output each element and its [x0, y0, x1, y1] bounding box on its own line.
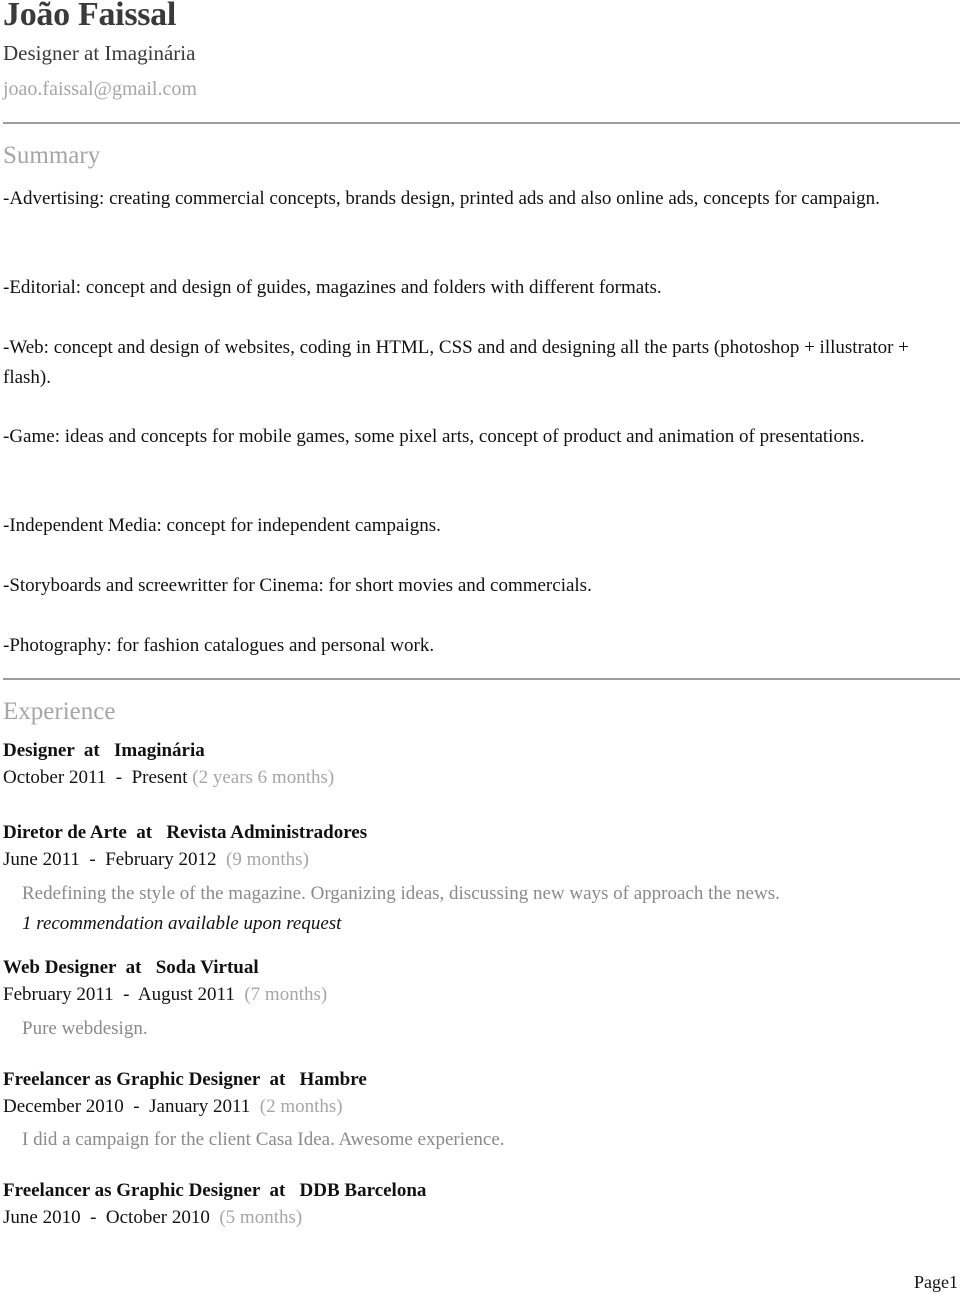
job-duration: (9 months) — [226, 849, 309, 870]
profile-headline: Designer at Imaginária — [3, 41, 196, 65]
job-title: Diretor de Arte at Revista Administrador… — [3, 822, 368, 843]
job-dates: October 2011 - Present (2 years 6 months… — [3, 767, 334, 789]
summary-paragraph: -Storyboards and screewritter for Cinema… — [3, 575, 592, 596]
profile-name: João Faissal — [3, 0, 177, 33]
job-dates: June 2011 - February 2012 (9 months) — [3, 849, 309, 871]
experience-heading: Experience — [3, 698, 116, 725]
summary-paragraph: -Advertising: creating commercial concep… — [3, 188, 880, 209]
summary-paragraph: -Game: ideas and concepts for mobile gam… — [3, 426, 865, 447]
job-title: Freelancer as Graphic Designer at DDB Ba… — [3, 1180, 427, 1201]
job-description: Pure webdesign. — [22, 1018, 148, 1039]
job-dates: June 2010 - October 2010 (5 months) — [3, 1207, 302, 1229]
job-dates: February 2011 - August 2011 (7 months) — [3, 984, 327, 1006]
section-divider — [3, 122, 960, 124]
summary-heading: Summary — [3, 142, 101, 169]
job-duration: (2 months) — [259, 1096, 343, 1117]
summary-paragraph: -Editorial: concept and design of guides… — [3, 277, 662, 298]
job-dates: December 2010 - January 2011 (2 months) — [3, 1096, 343, 1118]
job-description: Redefining the style of the magazine. Or… — [22, 883, 780, 904]
resume-page: João Faissal Designer at Imaginária joao… — [0, 0, 960, 1294]
job-date-range: June 2011 - February 2012 — [3, 849, 227, 870]
job-date-range: October 2011 - Present — [3, 767, 193, 788]
summary-paragraph: -Photography: for fashion catalogues and… — [3, 635, 435, 656]
job-title: Freelancer as Graphic Designer at Hambre — [3, 1069, 367, 1090]
job-date-range: February 2011 - August 2011 — [3, 984, 245, 1005]
profile-email: joao.faissal@gmail.com — [3, 78, 197, 100]
job-recommendation: 1 recommendation available upon request — [22, 913, 342, 934]
job-date-range: December 2010 - January 2011 — [3, 1096, 260, 1117]
summary-paragraph: -Web: concept and design of websites, co… — [3, 337, 909, 388]
job-duration: (7 months) — [244, 984, 328, 1005]
section-divider — [3, 678, 960, 680]
job-duration: (5 months) — [219, 1207, 303, 1228]
job-date-range: June 2010 - October 2010 — [3, 1207, 220, 1228]
summary-paragraph: -Independent Media: concept for independ… — [3, 515, 441, 536]
job-description: I did a campaign for the client Casa Ide… — [22, 1129, 505, 1150]
page-number: Page1 — [914, 1272, 958, 1292]
job-title: Designer at Imaginária — [3, 740, 205, 761]
job-title: Web Designer at Soda Virtual — [3, 957, 259, 978]
job-duration: (2 years 6 months) — [192, 767, 335, 788]
